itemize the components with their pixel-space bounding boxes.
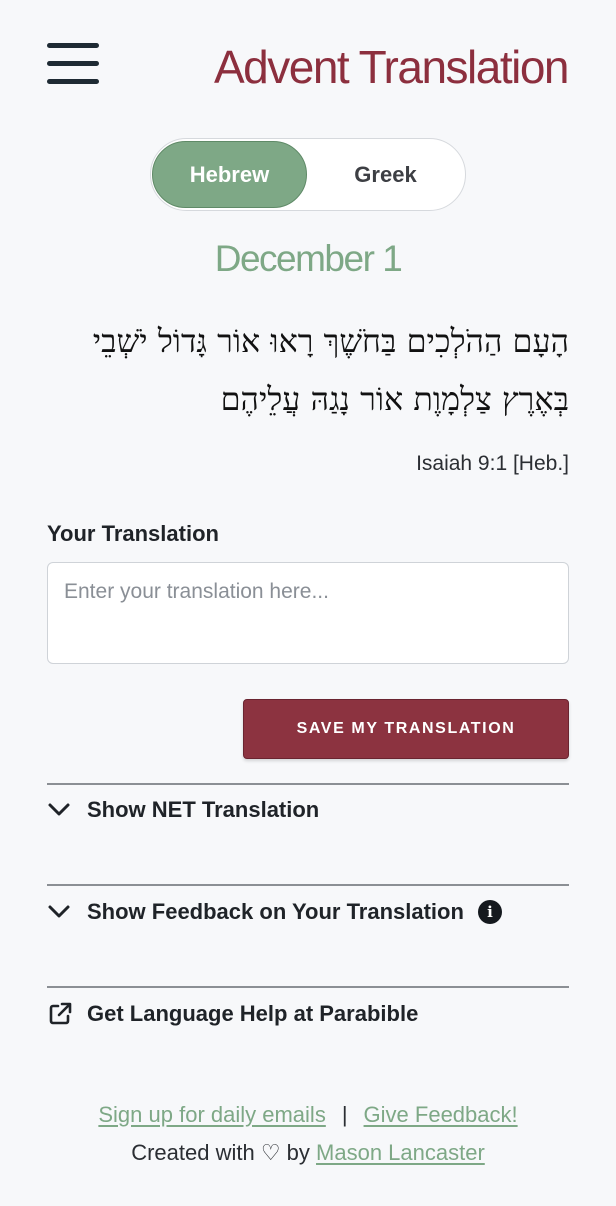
divider: [47, 884, 569, 886]
translation-input[interactable]: [47, 562, 569, 664]
hamburger-line: [47, 43, 99, 48]
passage-date: December 1: [214, 238, 403, 279]
footer-links: Sign up for daily emails | Give Feedback!: [0, 1102, 616, 1128]
divider: [47, 783, 569, 785]
toggle-hebrew[interactable]: Hebrew: [152, 141, 307, 208]
translation-label: Your Translation: [47, 521, 219, 546]
info-icon[interactable]: i: [477, 900, 502, 924]
section-label: Get Language Help at Parabible: [87, 1001, 419, 1026]
created-with-text: Created with ♡ by: [131, 1140, 310, 1165]
save-translation-button[interactable]: SAVE MY TRANSLATION: [243, 699, 569, 759]
signup-link[interactable]: Sign up for daily emails: [98, 1102, 325, 1127]
section-label: Show Feedback on Your Translation: [87, 899, 464, 924]
footer-separator: |: [341, 1102, 348, 1127]
hamburger-line: [47, 79, 99, 84]
author-link[interactable]: Mason Lancaster: [316, 1140, 485, 1165]
hebrew-passage: הָעָם הַהֹלְכִים בַּחֹשֶׁךְ רָאוּ אוֹר ג…: [92, 322, 569, 418]
section-label: Show NET Translation: [87, 797, 320, 822]
chevron-down-icon: [47, 898, 75, 926]
app-title: Advent Translation: [213, 41, 570, 93]
feedback-link[interactable]: Give Feedback!: [364, 1102, 518, 1127]
hamburger-line: [47, 61, 99, 66]
language-help-link[interactable]: Get Language Help at Parabible: [47, 998, 569, 1030]
show-net-translation-toggle[interactable]: Show NET Translation: [47, 794, 569, 826]
hamburger-menu-icon[interactable]: [47, 43, 99, 85]
toggle-greek[interactable]: Greek: [308, 141, 463, 208]
divider: [47, 986, 569, 988]
chevron-down-icon: [47, 796, 75, 824]
show-feedback-toggle[interactable]: Show Feedback on Your Translation i: [47, 896, 569, 928]
app-header: Advent Translation: [0, 0, 616, 130]
external-link-icon: [47, 1000, 75, 1028]
language-toggle: Hebrew Greek: [150, 138, 466, 211]
footer-credit: Created with ♡ by Mason Lancaster: [0, 1140, 616, 1166]
passage-reference: Isaiah 9:1 [Heb.]: [416, 452, 569, 475]
